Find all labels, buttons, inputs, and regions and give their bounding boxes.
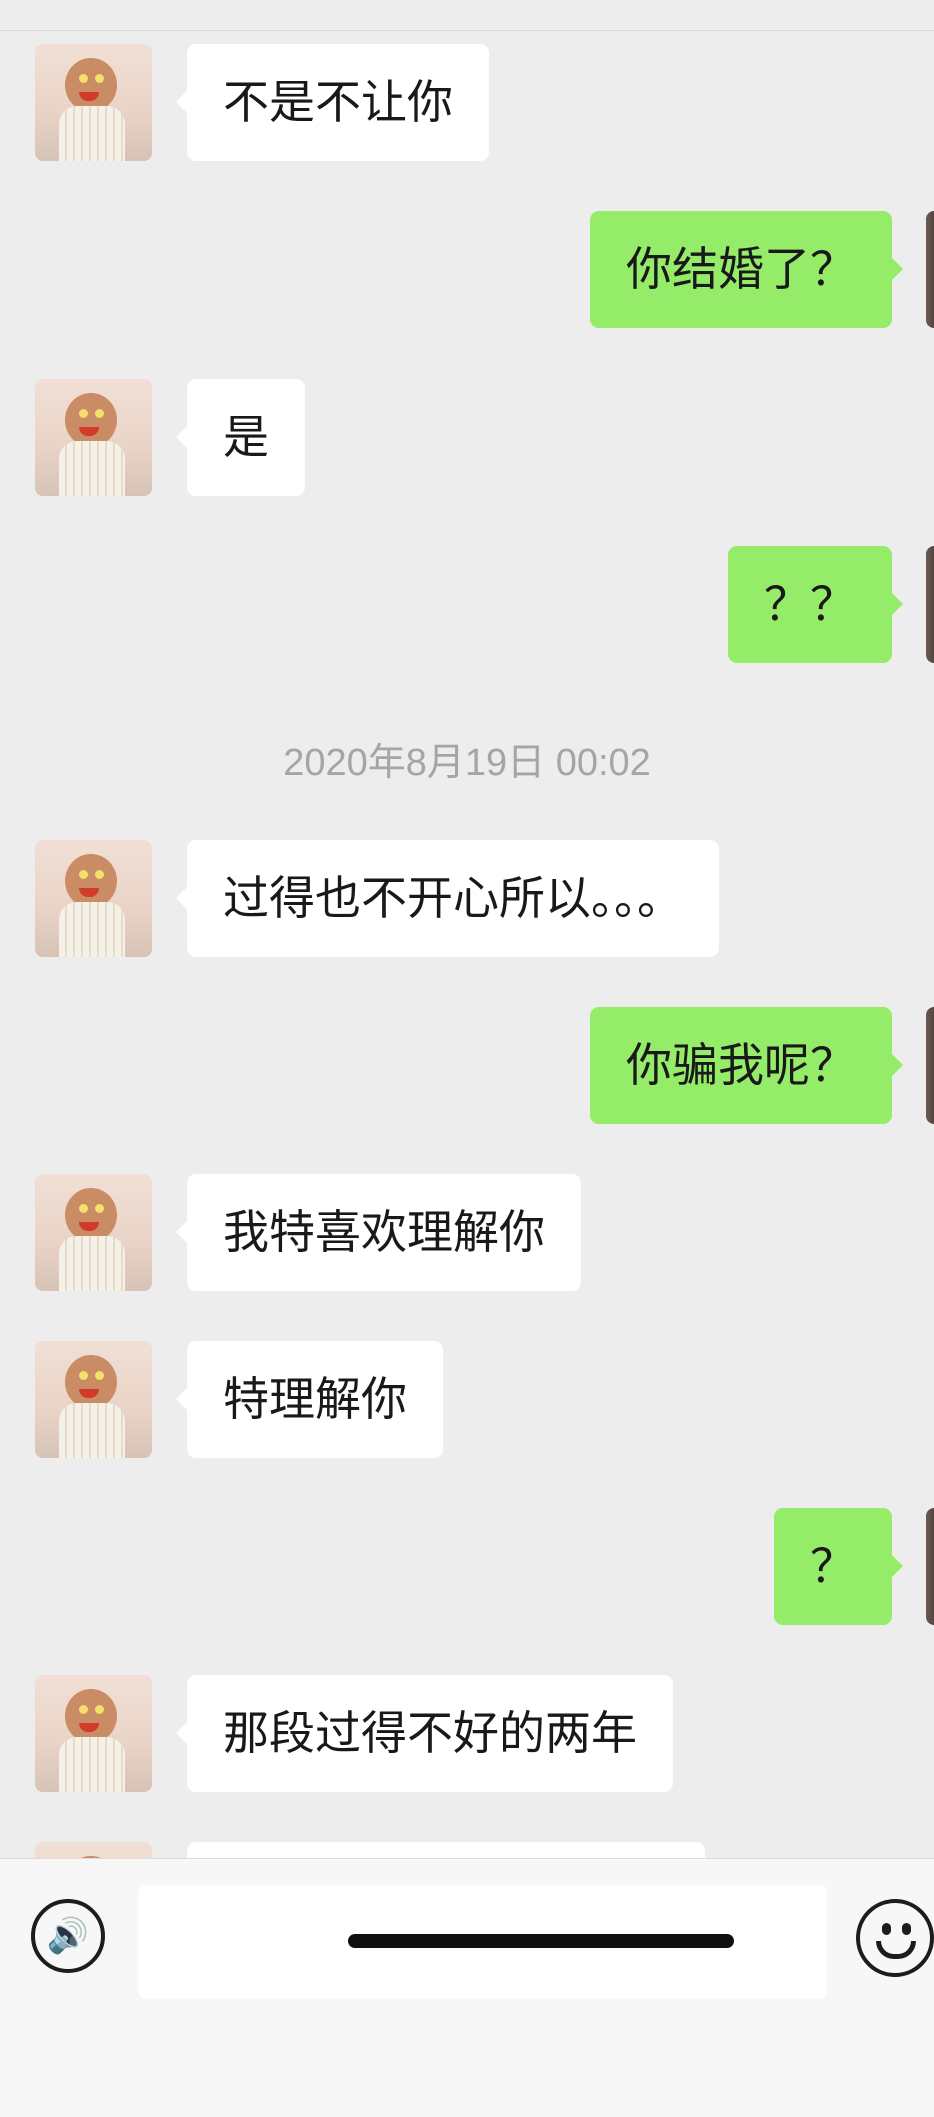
incoming-message-bubble[interactable]: 是 (176, 379, 305, 496)
contact-avatar[interactable] (35, 840, 152, 957)
contact-avatar[interactable] (35, 44, 152, 161)
chat-area[interactable]: 不是不让你 你结婚了？ 是 ？？ 2020年8月19日 00:02 过得也不开心… (0, 0, 934, 1858)
incoming-message-bubble[interactable]: 特理解你 (176, 1341, 443, 1458)
contact-avatar[interactable] (35, 1675, 152, 1792)
input-bar: 🔊 (0, 1858, 934, 2117)
outgoing-message-bubble[interactable]: 你骗我呢？ (590, 1007, 903, 1124)
incoming-message-bubble[interactable]: 那段过得不好的两年 (176, 1675, 673, 1792)
voice-icon: 🔊 (46, 1917, 90, 1955)
outgoing-message-bubble[interactable]: ？？ (728, 546, 903, 663)
contact-avatar[interactable] (35, 1174, 152, 1291)
contact-avatar[interactable] (35, 379, 152, 496)
outgoing-message-bubble[interactable]: 你结婚了？ (590, 211, 903, 328)
top-divider (0, 0, 934, 31)
voice-input-button[interactable]: 🔊 (31, 1899, 105, 1973)
outgoing-message-bubble[interactable]: ？ (774, 1508, 903, 1625)
incoming-message-bubble[interactable]: 不是不让你 (176, 44, 489, 161)
incoming-message-bubble[interactable]: 我特喜欢理解你 (176, 1174, 581, 1291)
incoming-message-bubble[interactable] (187, 1842, 705, 1858)
user-avatar[interactable] (926, 1007, 934, 1124)
contact-avatar[interactable] (35, 1842, 152, 1858)
chat-timestamp: 2020年8月19日 00:02 (283, 742, 651, 784)
incoming-message-bubble[interactable]: 过得也不开心所以。。。 (176, 840, 719, 957)
user-avatar[interactable] (926, 546, 934, 663)
contact-avatar[interactable] (35, 1341, 152, 1458)
home-indicator[interactable] (348, 1934, 734, 1948)
emoji-button[interactable] (856, 1899, 934, 1977)
user-avatar[interactable] (926, 211, 934, 328)
user-avatar[interactable] (926, 1508, 934, 1625)
